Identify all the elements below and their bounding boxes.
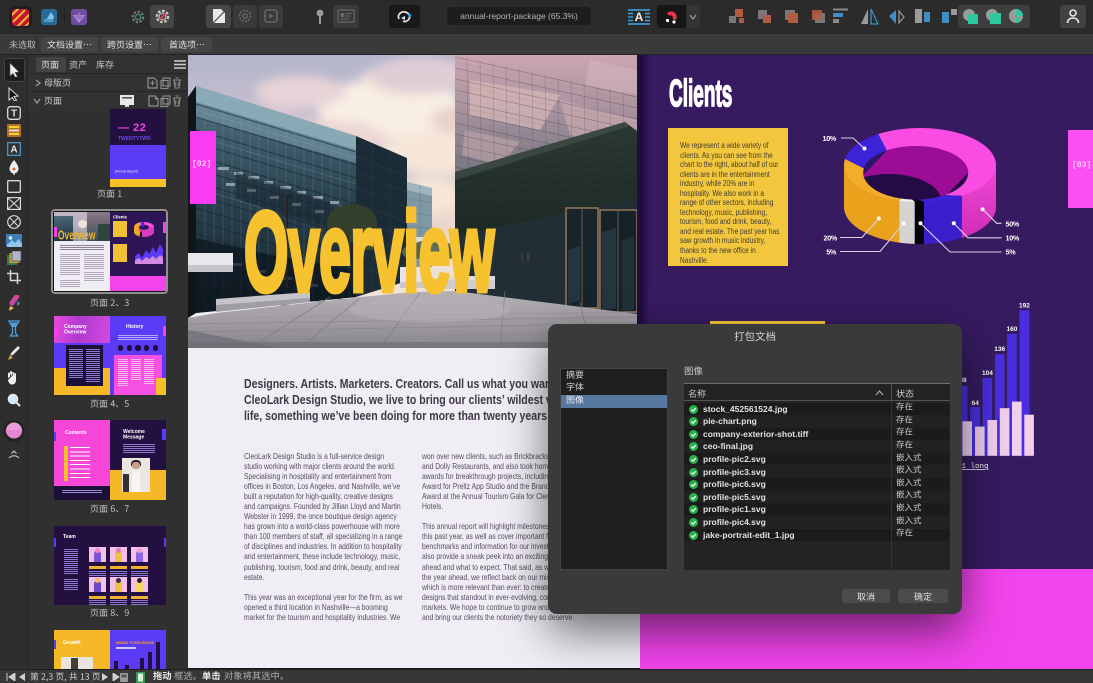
svg-text:5%: 5% [826, 248, 837, 257]
svg-text:64: 64 [972, 400, 980, 407]
svg-text:50%: 50% [1006, 220, 1020, 229]
svg-text:A: A [10, 145, 17, 156]
svg-text:5%: 5% [1006, 248, 1017, 257]
svg-text:A: A [635, 10, 644, 24]
svg-text:104: 104 [982, 370, 993, 377]
svg-text:192: 192 [1019, 303, 1030, 310]
svg-text:T: T [11, 109, 17, 120]
svg-text:160: 160 [1006, 326, 1017, 333]
svg-text:136: 136 [994, 346, 1005, 353]
svg-text:20%: 20% [824, 234, 838, 243]
svg-text:10%: 10% [823, 134, 837, 143]
svg-text:10%: 10% [1006, 234, 1020, 243]
